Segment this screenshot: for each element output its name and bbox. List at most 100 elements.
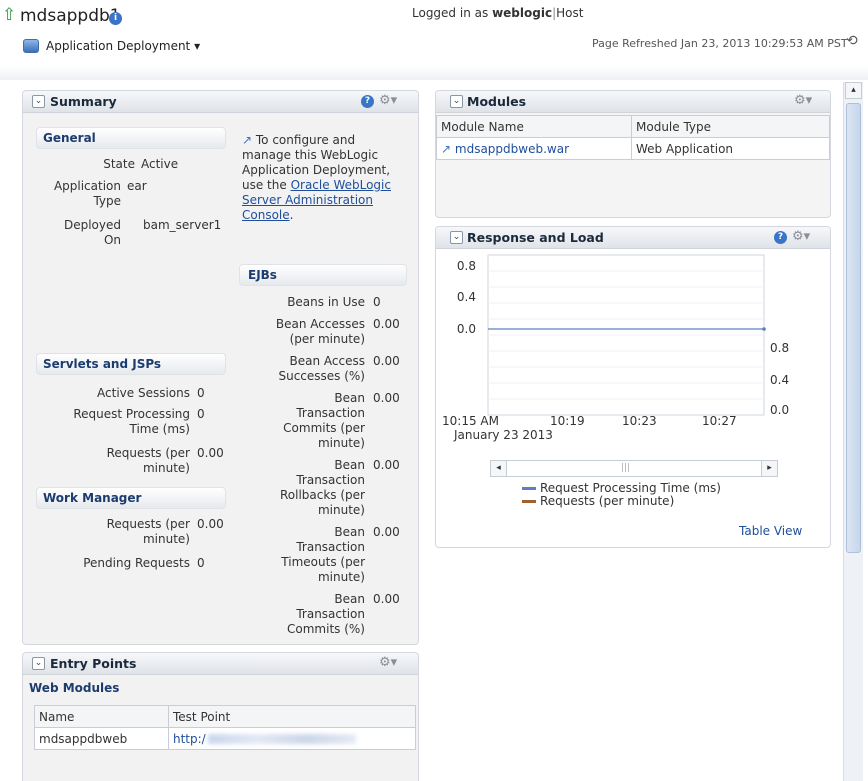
response-load-title: Response and Load bbox=[467, 230, 604, 245]
refresh-icon[interactable]: ⟲ bbox=[846, 33, 858, 49]
x-sublabel: January 23 2013 bbox=[453, 428, 553, 442]
config-note-line1: To configure and bbox=[255, 133, 356, 147]
deployed-label-1: Deployed bbox=[63, 218, 121, 232]
gear-menu-icon[interactable]: ⚙▾ bbox=[379, 93, 397, 108]
page-header: ⇧ mdsappdb1 i Application Deployment ▾ L… bbox=[0, 0, 868, 80]
page-scroll-thumb[interactable] bbox=[846, 103, 861, 553]
servlet-req-label-2: minute) bbox=[142, 461, 190, 475]
servlets-section-header: Servlets and JSPs bbox=[36, 353, 226, 375]
wm-req-label-2: minute) bbox=[142, 532, 190, 546]
pending-requests-value: 0 bbox=[197, 556, 205, 570]
module-type-cell: Web Application bbox=[631, 137, 830, 160]
gear-menu-icon[interactable]: ⚙▾ bbox=[792, 229, 810, 244]
table-header-row: Name Test Point bbox=[34, 705, 416, 728]
collapse-icon[interactable]: ⌄ bbox=[450, 231, 463, 244]
deployment-icon bbox=[23, 39, 39, 53]
collapse-icon[interactable]: ⌄ bbox=[32, 95, 45, 108]
y-left-tick-label: 0.4 bbox=[457, 290, 476, 304]
x-tick-label: 10:15 AM bbox=[442, 414, 499, 428]
target-menu-label: Application Deployment bbox=[46, 39, 191, 53]
request-processing-value: 0 bbox=[197, 407, 205, 421]
page-title: mdsappdb1 bbox=[20, 6, 121, 26]
chart-legend: Request Processing Time (ms) Requests (pe… bbox=[522, 482, 802, 508]
work-manager-section-header: Work Manager bbox=[36, 487, 226, 509]
series-point-request-processing bbox=[762, 327, 766, 331]
table-header-row: Module Name Module Type bbox=[436, 115, 830, 138]
ejb-metric-value: 0.00 bbox=[373, 592, 400, 606]
logged-in-prefix: Logged in as bbox=[412, 6, 489, 20]
login-info: Logged in as weblogic|Host bbox=[412, 6, 583, 20]
username: weblogic bbox=[492, 6, 553, 20]
module-link[interactable]: mdsappdbweb.war bbox=[455, 142, 569, 156]
legend-item: Requests (per minute) bbox=[522, 495, 802, 508]
work-manager-title: Work Manager bbox=[43, 491, 142, 505]
page-scrollbar[interactable]: ▴ bbox=[843, 82, 863, 781]
wm-requests-label: Requests (per minute) bbox=[35, 517, 190, 547]
collapse-icon[interactable]: ⌄ bbox=[32, 657, 45, 670]
deployed-label: Deployed On bbox=[35, 218, 121, 248]
scroll-up-button[interactable]: ▴ bbox=[845, 82, 862, 99]
servlet-requests-label: Requests (per minute) bbox=[35, 446, 190, 476]
wm-requests-value: 0.00 bbox=[197, 517, 224, 531]
web-modules-title: Web Modules bbox=[29, 681, 120, 695]
caret-down-icon: ▾ bbox=[194, 39, 201, 53]
ejbs-title: EJBs bbox=[248, 268, 277, 282]
ejb-metric-label: Beans in Use bbox=[287, 295, 365, 309]
y-left-tick-label: 0.8 bbox=[457, 259, 476, 273]
table-row: ↗ mdsappdbweb.war Web Application bbox=[436, 137, 830, 160]
collapse-icon[interactable]: ⌄ bbox=[450, 95, 463, 108]
modules-panel: ⌄ Modules ⚙▾ Module Name Module Type ↗ m… bbox=[435, 90, 831, 218]
wm-req-label-1: Requests (per bbox=[106, 517, 190, 531]
config-note-line4: use the bbox=[242, 178, 287, 192]
summary-panel: ⌄ Summary ? ⚙▾ General State Active Appl… bbox=[22, 90, 419, 645]
y-right-tick-label: 0.4 bbox=[770, 373, 789, 387]
scroll-right-button[interactable]: ▸ bbox=[761, 460, 778, 477]
request-processing-label: Request Processing Time (ms) bbox=[35, 407, 190, 437]
legend-label: Requests (per minute) bbox=[540, 494, 675, 508]
console-link-2[interactable]: Server Administration bbox=[242, 193, 412, 208]
target-menu[interactable]: Application Deployment ▾ bbox=[46, 39, 200, 53]
gear-menu-icon[interactable]: ⚙▾ bbox=[379, 655, 397, 670]
response-load-chart: 0.8 0.4 0.0 0.8 0.4 0.0 10:15 AM 10:19 10:23 10:2… bbox=[442, 254, 789, 442]
col-name-header[interactable]: Name bbox=[34, 705, 169, 728]
legend-label: Request Processing Time (ms) bbox=[540, 481, 721, 495]
table-view-link[interactable]: Table View bbox=[739, 524, 802, 538]
gear-menu-icon[interactable]: ⚙▾ bbox=[794, 93, 812, 108]
config-note-line3: Application Deployment, bbox=[242, 163, 391, 177]
entry-points-title: Entry Points bbox=[50, 656, 137, 671]
x-tick-label: 10:19 bbox=[550, 414, 585, 428]
test-point-link[interactable]: http:/ bbox=[173, 732, 206, 746]
console-link-3[interactable]: Console bbox=[242, 208, 290, 222]
home-up-arrow-icon[interactable]: ⇧ bbox=[2, 5, 16, 25]
rpt-label-2: Time (ms) bbox=[129, 422, 191, 436]
scroll-left-button[interactable]: ◂ bbox=[490, 460, 507, 477]
general-title: General bbox=[43, 131, 96, 145]
servlet-requests-value: 0.00 bbox=[197, 446, 224, 460]
ejb-metric-value: 0.00 bbox=[373, 317, 400, 331]
legend-swatch bbox=[522, 487, 536, 490]
info-icon[interactable]: i bbox=[109, 12, 122, 25]
active-sessions-label: Active Sessions bbox=[97, 386, 190, 400]
col-test-header[interactable]: Test Point bbox=[168, 705, 416, 728]
y-right-tick-label: 0.0 bbox=[770, 403, 789, 417]
ejb-metric-label: Bean Access Successes (%) bbox=[278, 354, 365, 383]
state-label: State bbox=[103, 157, 135, 171]
chart-scrollbar[interactable]: ◂ ||| ▸ bbox=[490, 460, 778, 477]
module-type-header[interactable]: Module Type bbox=[631, 115, 830, 138]
ejb-metric-label: Bean Transaction Rollbacks (per minute) bbox=[279, 458, 365, 517]
x-tick-label: 10:27 bbox=[702, 414, 737, 428]
host-link[interactable]: Host bbox=[556, 6, 583, 20]
help-icon[interactable]: ? bbox=[774, 231, 787, 244]
active-sessions-value: 0 bbox=[197, 386, 205, 400]
scroll-thumb-grip[interactable]: ||| bbox=[621, 463, 630, 473]
legend-swatch bbox=[522, 500, 536, 503]
pending-requests-label: Pending Requests bbox=[83, 556, 190, 570]
deployed-label-2: On bbox=[103, 233, 121, 247]
help-icon[interactable]: ? bbox=[361, 95, 374, 108]
module-name-header[interactable]: Module Name bbox=[436, 115, 632, 138]
row-test-cell: http:/ bbox=[168, 727, 416, 750]
ejb-metric-value: 0.00 bbox=[373, 391, 400, 405]
response-load-header: ⌄ Response and Load ? ⚙▾ bbox=[436, 227, 830, 249]
console-link-1[interactable]: Oracle WebLogic bbox=[291, 178, 391, 192]
modules-table: Module Name Module Type ↗ mdsappdbweb.wa… bbox=[436, 115, 830, 160]
